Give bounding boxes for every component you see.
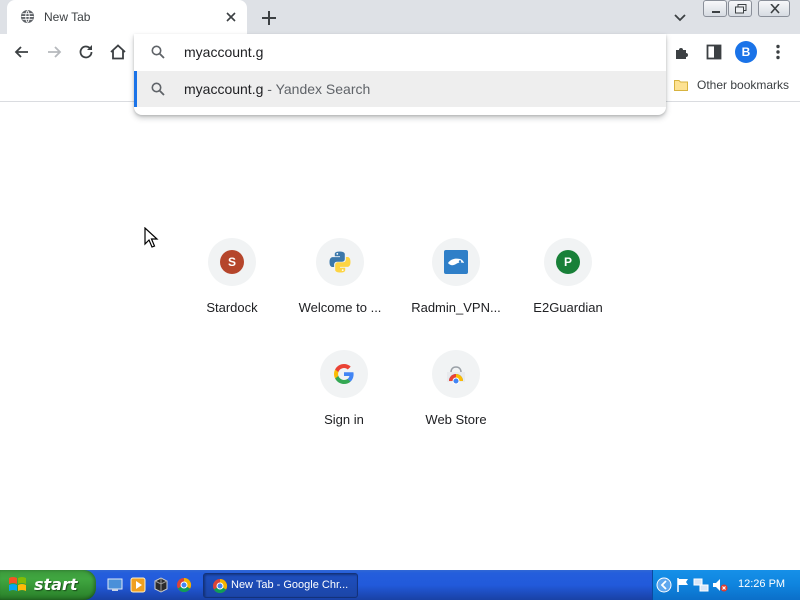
python-icon xyxy=(329,251,351,273)
omnibox-popup: myaccount.g - Yandex Search xyxy=(134,34,666,115)
minimize-icon xyxy=(712,11,720,13)
system-tray: 12:26 PM xyxy=(652,570,800,600)
taskbar-window-label: New Tab - Google Chr... xyxy=(231,579,349,591)
suggestion-text: myaccount.g - Yandex Search xyxy=(184,81,370,97)
profile-avatar[interactable]: B xyxy=(735,41,757,63)
restore-icon xyxy=(735,4,747,14)
shortcut-label: Radmin_VPN... xyxy=(411,300,501,315)
selection-indicator xyxy=(134,71,137,107)
close-window-icon xyxy=(770,4,780,14)
extensions-puzzle-icon[interactable] xyxy=(672,42,692,62)
shortcut-icon-bg xyxy=(432,350,480,398)
suggestion-query: myaccount.g xyxy=(184,81,264,97)
omnibox-suggestion[interactable]: myaccount.g - Yandex Search xyxy=(134,71,666,107)
web-store-icon xyxy=(447,366,465,385)
show-desktop-icon[interactable] xyxy=(107,577,123,593)
shortcut-welcome[interactable]: Welcome to ... xyxy=(284,238,396,338)
shortcut-label: Sign in xyxy=(324,412,364,427)
media-player-icon[interactable] xyxy=(130,577,146,593)
tray-expand-chevron-icon[interactable] xyxy=(656,577,672,593)
forward-arrow-icon[interactable] xyxy=(44,42,64,62)
reload-icon[interactable] xyxy=(76,42,96,62)
minimize-button[interactable] xyxy=(703,0,727,17)
shortcut-web-store[interactable]: Web Store xyxy=(400,350,512,450)
windows-logo-icon xyxy=(9,577,26,591)
taskbar-chrome-window[interactable]: New Tab - Google Chr... xyxy=(203,573,358,598)
shortcut-radmin-vpn[interactable]: Radmin_VPN... xyxy=(400,238,512,338)
start-button[interactable]: start xyxy=(0,570,96,600)
shortcut-stardock[interactable]: S Stardock xyxy=(176,238,288,338)
side-panel-icon[interactable] xyxy=(704,42,724,62)
shortcut-label: Welcome to ... xyxy=(298,300,382,315)
omnibox[interactable] xyxy=(134,34,666,70)
start-label: start xyxy=(34,575,78,594)
letter-p-icon: P xyxy=(556,250,580,274)
shortcut-icon-bg xyxy=(316,238,364,286)
shortcut-icon-bg: P xyxy=(544,238,592,286)
taskbar: start New Tab - Google Chr... 12:26 PM xyxy=(0,570,800,600)
shortcut-icon-bg: S xyxy=(208,238,256,286)
globe-icon xyxy=(20,9,35,24)
other-bookmarks-label: Other bookmarks xyxy=(697,78,790,92)
search-icon xyxy=(151,45,165,59)
close-window-button[interactable] xyxy=(758,0,790,17)
suggestion-source: Yandex Search xyxy=(275,81,371,97)
shortcut-icon-bg xyxy=(320,350,368,398)
mouse-cursor-icon xyxy=(144,227,159,248)
letter-s-icon: S xyxy=(220,250,244,274)
restore-button[interactable] xyxy=(728,0,752,17)
network-icon[interactable] xyxy=(693,577,709,593)
new-tab-plus-icon[interactable] xyxy=(258,7,280,29)
flag-icon[interactable] xyxy=(675,577,691,593)
more-menu-icon[interactable] xyxy=(768,42,788,62)
shortcut-label: Stardock xyxy=(206,300,258,315)
tab-new-tab[interactable]: New Tab xyxy=(7,0,247,34)
address-bar-input[interactable] xyxy=(184,42,644,62)
folder-icon xyxy=(674,80,688,91)
chrome-quicklaunch-icon[interactable] xyxy=(176,577,192,593)
app-quicklaunch-icon[interactable] xyxy=(153,577,169,593)
radmin-vpn-icon xyxy=(444,250,468,274)
shortcut-sign-in[interactable]: Sign in xyxy=(288,350,400,450)
volume-muted-icon[interactable] xyxy=(712,577,728,593)
home-icon[interactable] xyxy=(108,42,128,62)
suggestion-separator: - xyxy=(263,81,276,97)
back-arrow-icon[interactable] xyxy=(12,42,32,62)
close-tab-icon[interactable] xyxy=(223,9,239,25)
google-icon xyxy=(334,364,354,384)
search-icon xyxy=(151,82,165,96)
chevron-down-icon[interactable] xyxy=(672,9,688,25)
tab-title: New Tab xyxy=(44,10,91,24)
shortcut-e2guardian[interactable]: P E2Guardian xyxy=(512,238,624,338)
shortcut-label: Web Store xyxy=(425,412,487,427)
taskbar-clock: 12:26 PM xyxy=(738,578,786,590)
shortcut-icon-bg xyxy=(432,238,480,286)
shortcut-label: E2Guardian xyxy=(533,300,603,315)
tab-strip: New Tab xyxy=(0,0,800,34)
chrome-icon xyxy=(213,578,228,594)
